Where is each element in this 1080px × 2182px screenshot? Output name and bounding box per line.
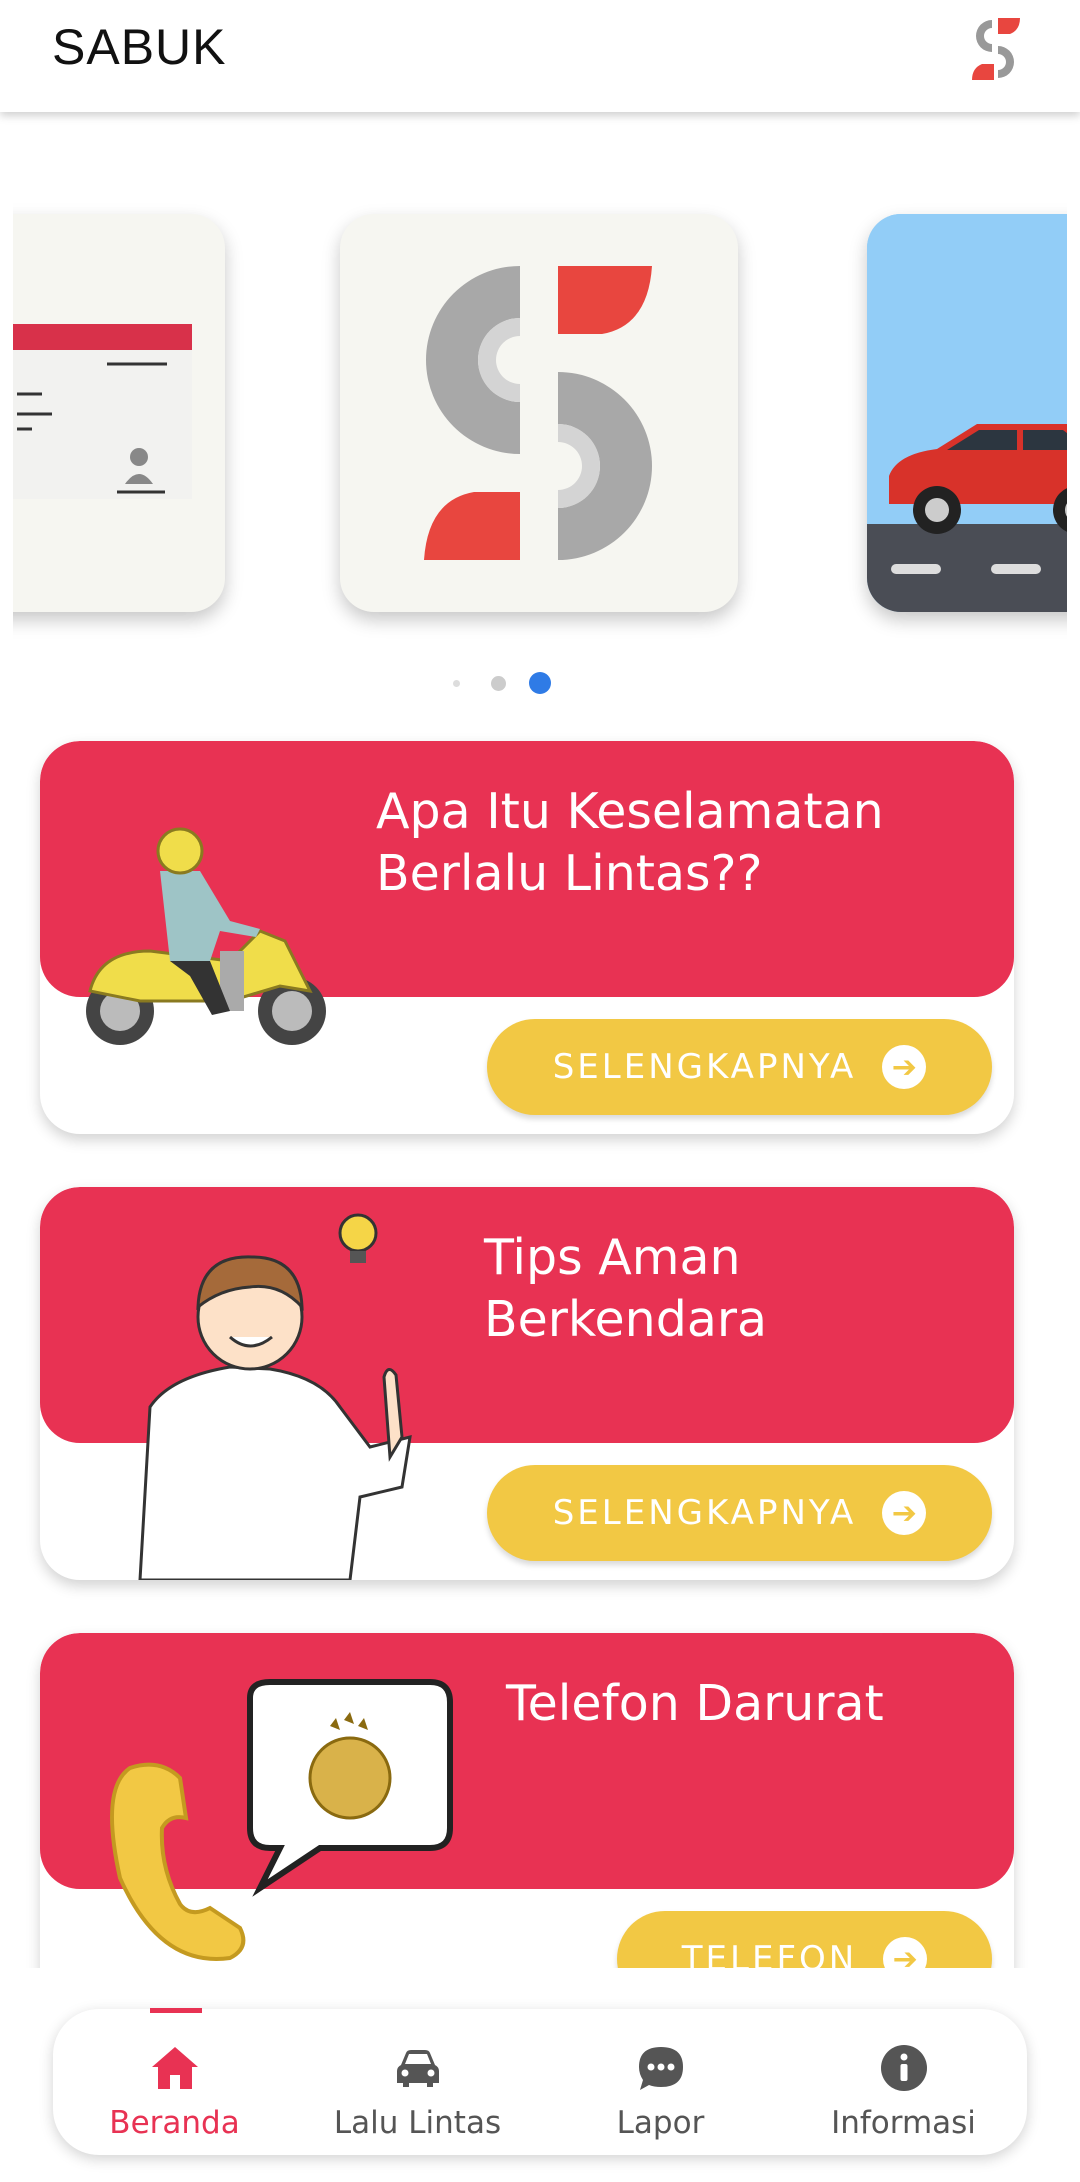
- card-heading-line: Apa Itu Keselamatan: [376, 783, 884, 840]
- app-title: SABUK: [52, 19, 227, 75]
- nav-item-informasi[interactable]: Informasi: [782, 2009, 1025, 2155]
- card-heading-line: Tips Aman: [484, 1229, 741, 1286]
- card-heading-line: Berkendara: [484, 1291, 768, 1348]
- card-heading: Apa Itu Keselamatan Berlalu Lintas??: [376, 781, 884, 905]
- carousel-slide-logo[interactable]: [340, 214, 738, 612]
- nav-label: Lalu Lintas: [333, 2105, 502, 2141]
- card-road-safety[interactable]: Apa Itu Keselamatan Berlalu Lintas?? SEL…: [40, 741, 1014, 1134]
- home-icon: [152, 2047, 198, 2089]
- card-heading-line: Berlalu Lintas??: [376, 845, 763, 902]
- sabuk-logo-icon[interactable]: [968, 16, 1024, 82]
- man-with-idea-illustration: [138, 1213, 412, 1580]
- phone-police-badge-illustration: [110, 1679, 453, 1961]
- button-label: SELENGKAPNYA: [552, 1493, 857, 1533]
- nav-label: Beranda: [109, 2105, 240, 2141]
- arrow-right-icon: ➔: [882, 1491, 927, 1535]
- chat-icon: [639, 2047, 683, 2090]
- license-card-image: [13, 324, 192, 499]
- carousel-dot-active[interactable]: [529, 672, 551, 694]
- carousel-slide-license[interactable]: [13, 214, 225, 612]
- card-heading-line: Telefon Darurat: [506, 1675, 884, 1732]
- image-carousel[interactable]: [13, 150, 1067, 670]
- sabuk-large-logo: [424, 266, 652, 560]
- arrow-right-icon: ➔: [882, 1045, 927, 1089]
- card-driving-tips[interactable]: Tips Aman Berkendara SELENGKAPNYA ➔: [40, 1187, 1014, 1580]
- nav-item-beranda[interactable]: Beranda: [53, 2008, 296, 2155]
- carousel-slide-car[interactable]: [867, 214, 1067, 612]
- nav-label: Informasi: [831, 2105, 976, 2141]
- carousel-dot[interactable]: [453, 680, 460, 687]
- nav-item-lalu-lintas[interactable]: Lalu Lintas: [296, 2009, 539, 2155]
- card-heading: Tips Aman Berkendara: [484, 1227, 767, 1351]
- read-more-button[interactable]: SELENGKAPNYA ➔: [487, 1019, 992, 1115]
- car-icon: [397, 2050, 439, 2087]
- nav-item-lapor[interactable]: Lapor: [539, 2009, 782, 2155]
- app-bar: SABUK: [0, 0, 1080, 112]
- active-tab-indicator: [150, 2008, 202, 2013]
- card-heading: Telefon Darurat: [506, 1673, 884, 1735]
- carousel-dot[interactable]: [491, 676, 506, 691]
- read-more-button[interactable]: SELENGKAPNYA ➔: [487, 1465, 992, 1561]
- motorcycle-rider-illustration: [86, 827, 326, 1045]
- info-icon: [881, 2045, 927, 2091]
- nav-label: Lapor: [616, 2105, 705, 2141]
- carousel-indicator: [0, 670, 1080, 700]
- bottom-navigation: Beranda Lalu Lintas Lapor Informasi: [53, 2008, 1027, 2155]
- red-car-image: [867, 214, 1067, 612]
- button-label: SELENGKAPNYA: [552, 1047, 857, 1087]
